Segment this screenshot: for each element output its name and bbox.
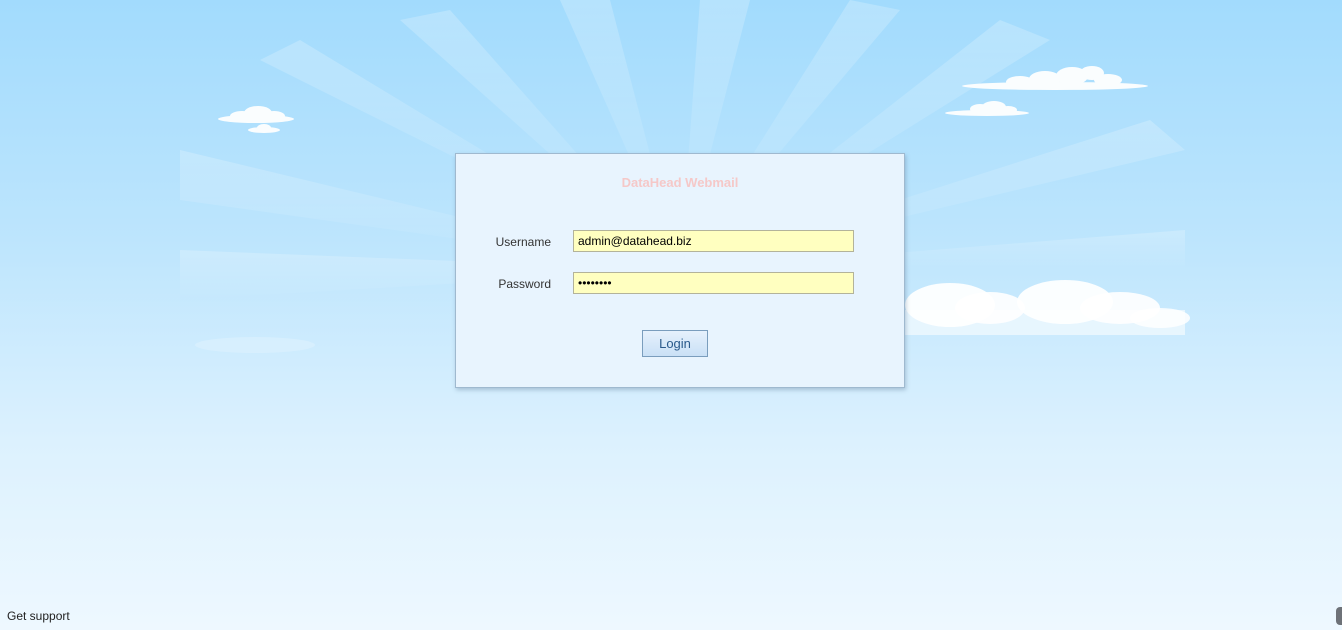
login-title: DataHead Webmail — [621, 175, 739, 190]
password-input[interactable] — [573, 272, 854, 294]
login-panel: DataHead Webmail Username Password Login — [455, 153, 905, 388]
cloud-left — [218, 106, 294, 133]
cloud-right-lower — [905, 280, 1190, 335]
username-label: Username — [495, 235, 551, 249]
password-label: Password — [498, 277, 551, 291]
get-support-link[interactable]: Get support — [7, 609, 70, 623]
username-input[interactable] — [573, 230, 854, 252]
haze-left — [195, 337, 315, 353]
feedback-tab-icon[interactable] — [1336, 607, 1342, 625]
login-button[interactable]: Login — [642, 330, 708, 357]
